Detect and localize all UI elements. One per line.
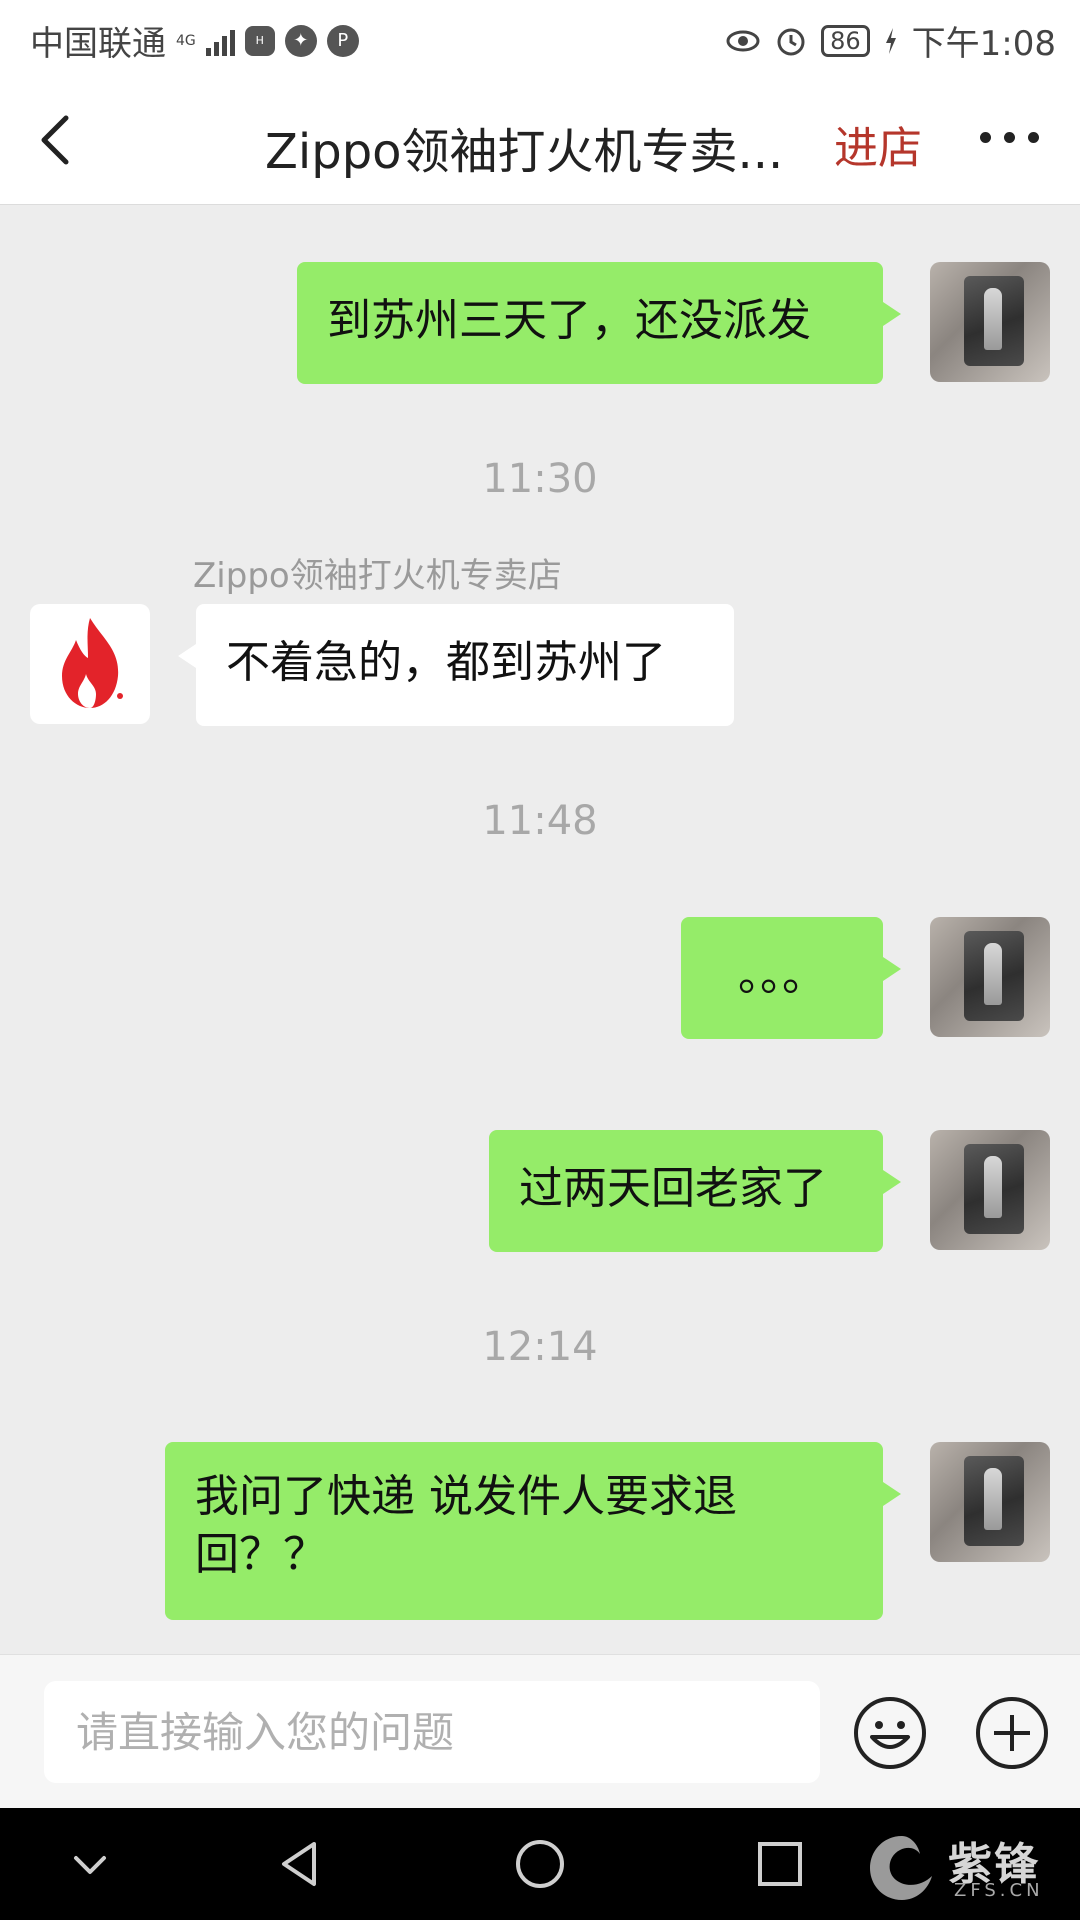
watermark-logo-icon: [870, 1836, 932, 1900]
eye-icon: [726, 30, 760, 51]
nav-back-icon[interactable]: [270, 1834, 330, 1894]
watermark-subtext: ZFS.CN: [954, 1880, 1044, 1901]
message-timestamp: 11:30: [482, 456, 598, 502]
signal-icon: [205, 26, 235, 56]
flame-logo-icon: [62, 618, 123, 708]
network-type: 4G: [176, 32, 196, 49]
clock-time: 下午1:08: [911, 24, 1056, 64]
alarm-icon: [777, 28, 805, 55]
battery-level: 86: [821, 24, 870, 57]
status-bar: 中国联通 4G H ✦ P 86 下午1:08: [0, 0, 1080, 76]
system-navigation-bar: 紫锋 ZFS.CN: [0, 1808, 1080, 1920]
message-text: 我问了快递 说发件人要求退回？？: [195, 1471, 737, 1580]
outgoing-message[interactable]: 过两天回老家了: [489, 1130, 901, 1252]
status-right: 86 下午1:08: [725, 16, 1056, 65]
message-timestamp: 11:48: [482, 798, 598, 844]
message-text: 过两天回老家了: [519, 1163, 827, 1214]
chat-list[interactable]: 到苏州三天了，还没派发 11:30 Zippo领袖打火机专卖店 不着急的，都到苏…: [0, 204, 1080, 1654]
shop-avatar[interactable]: [30, 604, 150, 724]
chat-header: Zippo领袖打火机专卖... 进店: [0, 76, 1080, 205]
sender-name: Zippo领袖打火机专卖店: [193, 556, 562, 596]
user-avatar[interactable]: [930, 1130, 1050, 1250]
status-left: 中国联通 4G H ✦ P: [30, 16, 359, 65]
user-avatar[interactable]: [930, 1442, 1050, 1562]
nav-recents-icon[interactable]: [750, 1834, 810, 1894]
message-timestamp: 12:14: [482, 1324, 598, 1370]
outgoing-message[interactable]: 我问了快递 说发件人要求退回？？: [165, 1442, 901, 1620]
message-text: 到苏州三天了，还没派发: [327, 295, 811, 346]
enter-store-button[interactable]: 进店: [834, 112, 922, 176]
outgoing-message[interactable]: 到苏州三天了，还没派发: [297, 262, 901, 384]
carrier-label: 中国联通: [30, 24, 166, 64]
message-text: 不着急的，都到苏州了: [226, 637, 666, 688]
user-avatar[interactable]: [930, 262, 1050, 382]
nav-home-icon[interactable]: [510, 1834, 570, 1894]
plus-icon[interactable]: [974, 1695, 1050, 1771]
message-text: 。。。: [738, 950, 826, 1001]
more-dots-icon[interactable]: [980, 132, 1039, 143]
incoming-message[interactable]: 不着急的，都到苏州了: [178, 604, 734, 726]
p-app-icon: P: [326, 24, 359, 57]
huawei-app-icon: H: [244, 25, 275, 56]
outgoing-message[interactable]: 。。。: [681, 917, 901, 1039]
message-input[interactable]: [44, 1681, 820, 1783]
charging-icon: [885, 27, 896, 54]
user-avatar[interactable]: [930, 917, 1050, 1037]
watermark: 紫锋 ZFS.CN: [862, 1828, 1072, 1908]
emoji-icon[interactable]: [852, 1695, 928, 1771]
back-arrow-icon[interactable]: [28, 110, 88, 170]
hide-keyboard-icon[interactable]: [60, 1834, 120, 1894]
input-bar: [0, 1654, 1080, 1809]
page-title: Zippo领袖打火机专卖...: [265, 124, 784, 180]
bird-app-icon: ✦: [284, 24, 317, 57]
